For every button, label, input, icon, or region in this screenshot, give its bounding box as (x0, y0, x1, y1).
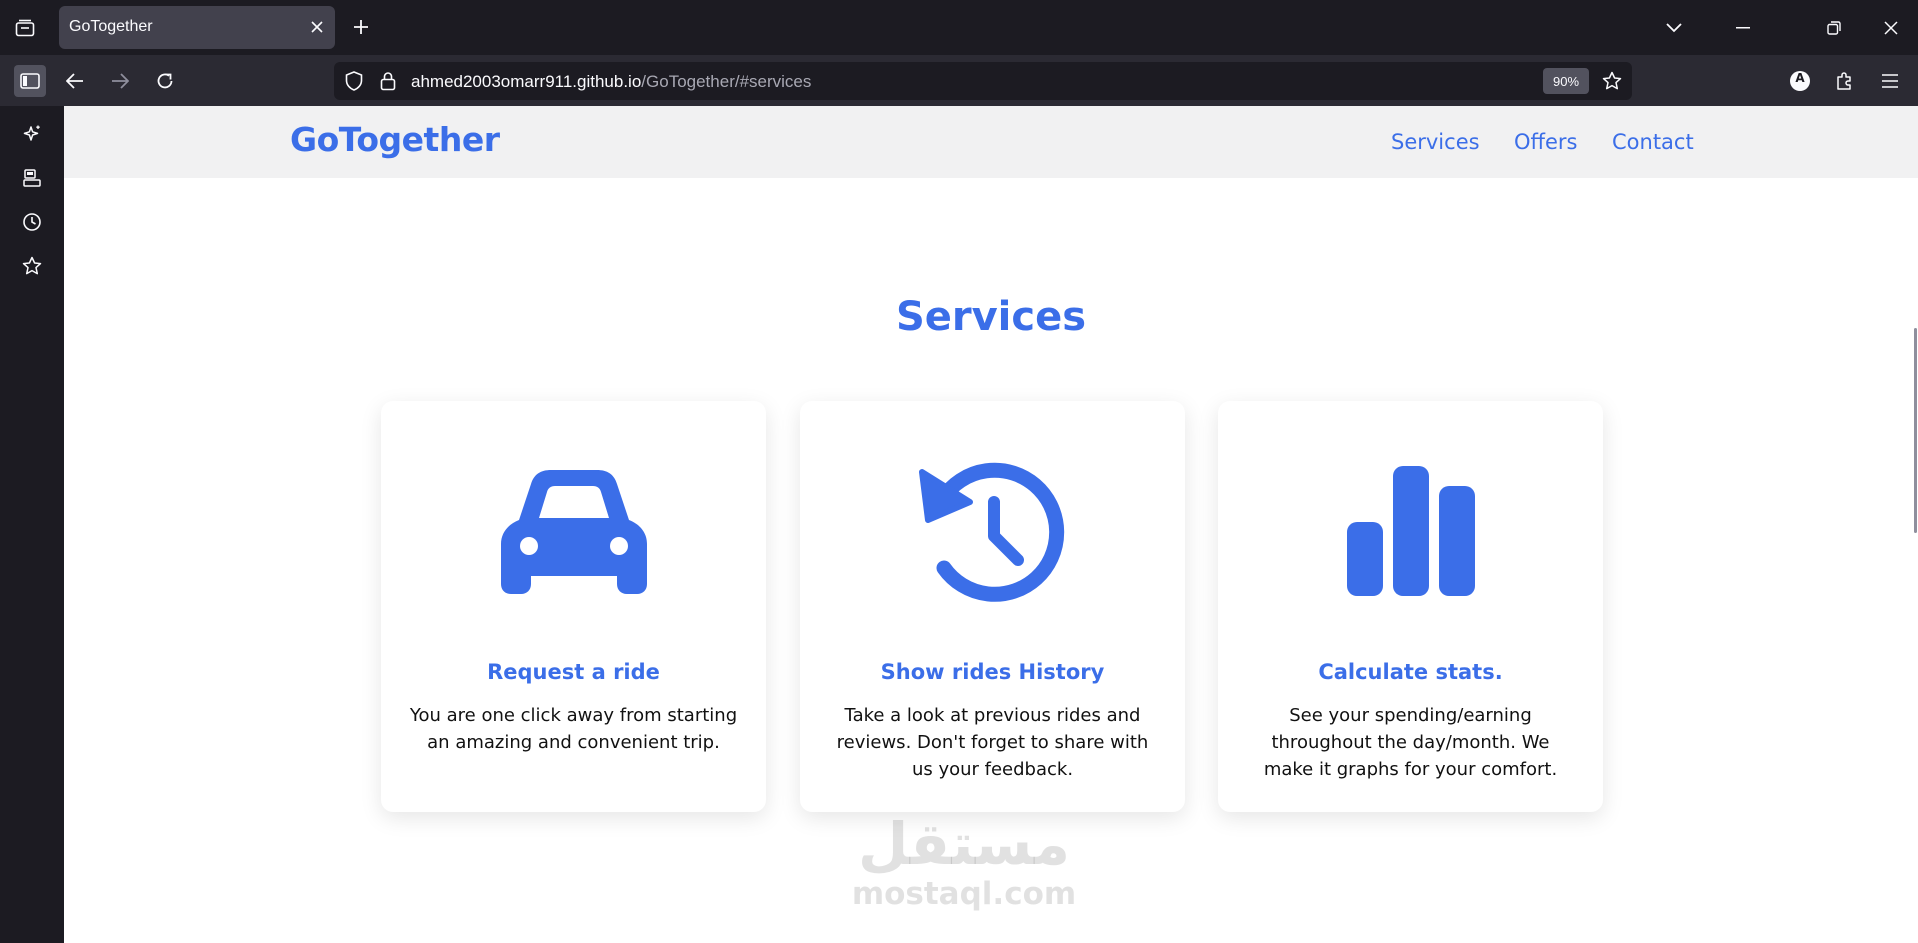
url-bar[interactable]: ahmed2003omarr911.github.io/GoTogether/#… (334, 62, 1632, 100)
list-all-tabs-chevron-icon[interactable] (1660, 14, 1688, 42)
service-card-request-ride: Request a ride You are one click away fr… (381, 401, 766, 812)
car-icon (381, 456, 766, 606)
section-title: Services (895, 294, 1087, 340)
lock-icon[interactable] (376, 69, 400, 93)
back-arrow-icon[interactable] (59, 65, 91, 97)
reload-icon[interactable] (149, 65, 181, 97)
watermark-latin: mostaql.com (851, 876, 1077, 912)
card-description: You are one click away from starting an … (409, 705, 738, 753)
tab-overview-icon[interactable] (10, 13, 40, 43)
card-description: See your spending/earning throughout the… (1263, 705, 1558, 780)
new-tab-icon[interactable] (348, 14, 374, 40)
close-window-icon[interactable] (1877, 14, 1905, 42)
minimize-icon[interactable] (1729, 14, 1757, 42)
service-card-rides-history: Show rides History Take a look at previo… (800, 401, 1185, 812)
close-tab-icon[interactable] (307, 17, 327, 37)
bar-chart-icon (1218, 456, 1603, 606)
card-title: Calculate stats. (1318, 660, 1503, 684)
account-initial: A (1795, 71, 1805, 85)
browser-tab-active[interactable]: GoTogether (59, 6, 335, 49)
service-card-stats: Calculate stats. See your spending/earni… (1218, 401, 1603, 812)
url-text[interactable]: ahmed2003omarr911.github.io/GoTogether/#… (411, 72, 811, 92)
synced-devices-icon[interactable] (16, 162, 48, 194)
site-logo[interactable]: GoTogether (290, 120, 500, 159)
extensions-icon[interactable] (1829, 65, 1861, 97)
tab-title: GoTogether (69, 18, 153, 35)
hamburger-menu-icon[interactable] (1874, 65, 1906, 97)
nav-link-offers[interactable]: Offers (1514, 130, 1578, 154)
url-path: /GoTogether/#services (641, 72, 812, 91)
tab-bar: GoTogether (0, 0, 1918, 55)
history-clock-icon[interactable] (16, 206, 48, 238)
url-host: ahmed2003omarr911.github.io (411, 72, 642, 91)
card-title: Show rides History (880, 660, 1105, 684)
card-title: Request a ride (487, 660, 660, 684)
page-scrollbar[interactable] (1914, 328, 1917, 533)
forward-arrow-icon[interactable] (104, 65, 136, 97)
bookmark-star-icon[interactable] (1600, 69, 1624, 93)
nav-link-contact[interactable]: Contact (1612, 130, 1694, 154)
restore-icon[interactable] (1820, 14, 1848, 42)
site-header: GoTogether Services Offers Contact (64, 106, 1918, 178)
account-avatar[interactable]: A (1784, 65, 1816, 97)
shield-icon[interactable] (342, 69, 366, 93)
bookmarks-star-icon[interactable] (16, 250, 48, 282)
watermark-arabic: مستقل (857, 810, 1071, 878)
zoom-level-badge[interactable]: 90% (1543, 68, 1589, 94)
nav-link-services[interactable]: Services (1391, 130, 1480, 154)
ai-sparkle-icon[interactable] (16, 118, 48, 150)
browser-sidebar (0, 106, 64, 943)
mostaql-watermark: مستقل mostaql.com (844, 811, 1084, 911)
history-icon (800, 456, 1185, 606)
page-viewport: GoTogether Services Offers Contact Servi… (64, 106, 1918, 943)
sidebar-toggle-icon[interactable] (14, 65, 46, 97)
card-description: Take a look at previous rides and review… (836, 705, 1149, 780)
